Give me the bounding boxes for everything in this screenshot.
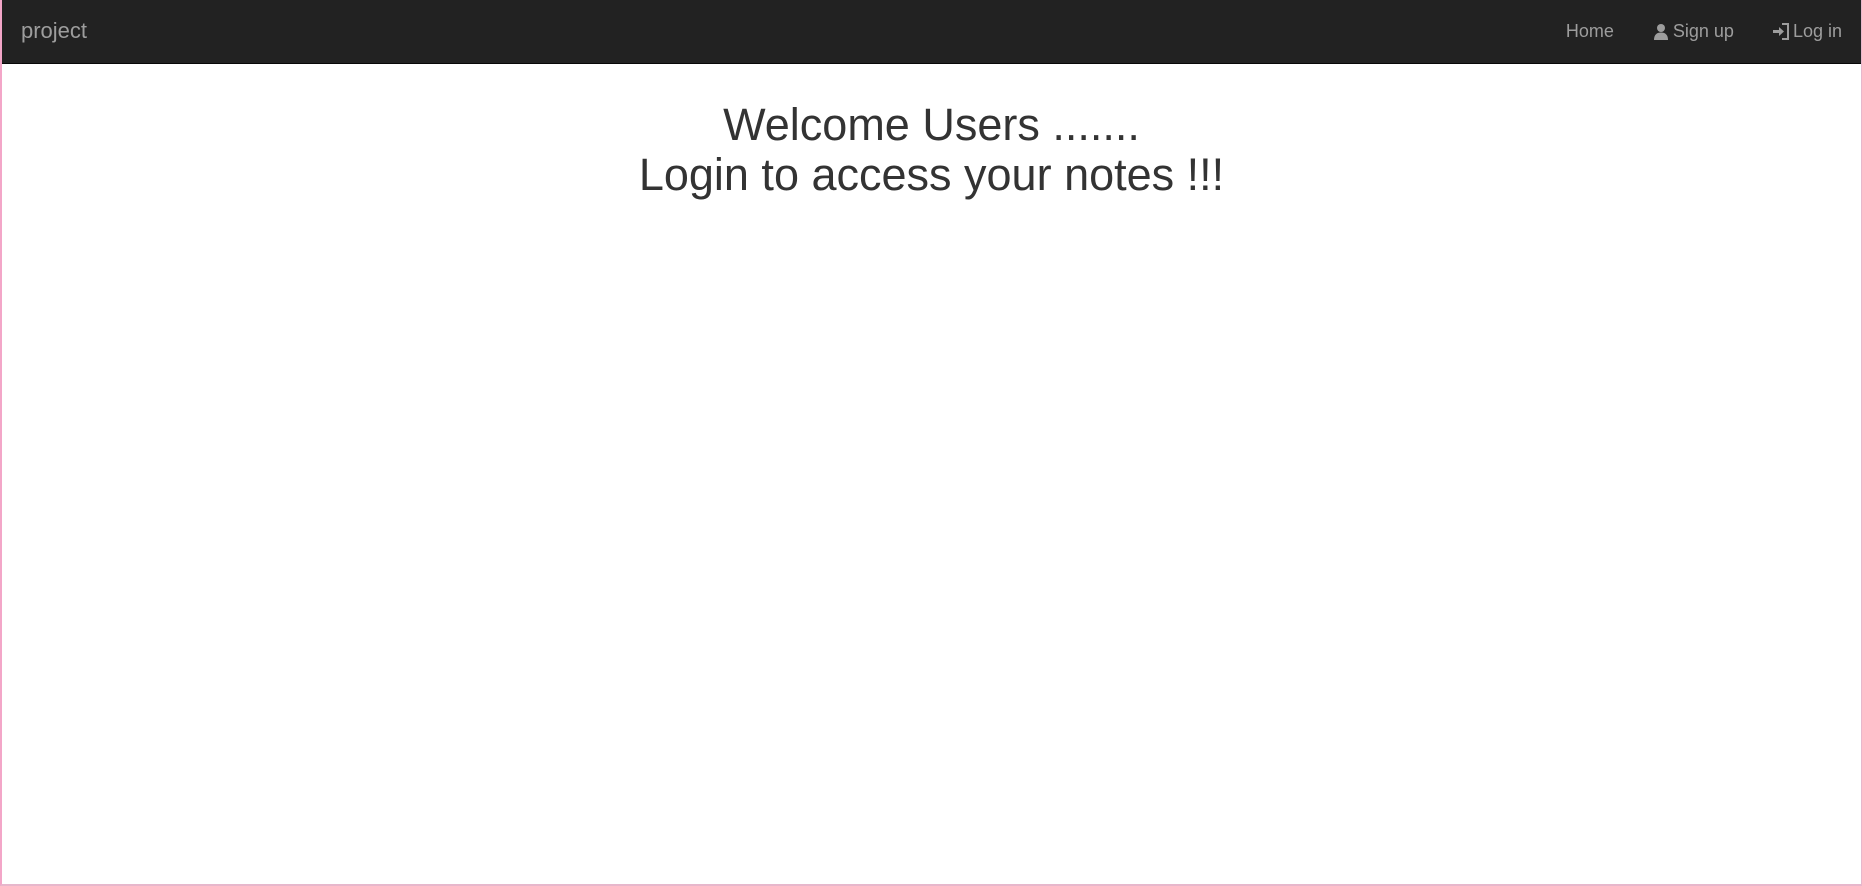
login-prompt-line: Login to access your notes !!! [638, 149, 1225, 200]
navbar-right-links: Home Sign up Log in [1547, 0, 1861, 62]
nav-home-label: Home [1565, 20, 1614, 41]
log-in-icon [1772, 22, 1790, 40]
welcome-line: Welcome Users ....... [723, 99, 1140, 150]
nav-signup-link[interactable]: Sign up [1633, 0, 1753, 62]
page-frame: project Home Sign up Log in Welcome User… [0, 0, 1862, 886]
nav-login-label: Log in [1792, 20, 1842, 41]
user-icon [1652, 22, 1670, 40]
nav-home-link[interactable]: Home [1547, 0, 1633, 62]
main-content: Welcome Users ....... Login to access yo… [2, 64, 1861, 200]
nav-signup-label: Sign up [1672, 20, 1734, 41]
brand-link[interactable]: project [21, 0, 87, 62]
top-navbar: project Home Sign up Log in [2, 0, 1861, 64]
nav-login-link[interactable]: Log in [1753, 0, 1861, 62]
welcome-heading: Welcome Users ....... Login to access yo… [2, 100, 1861, 200]
